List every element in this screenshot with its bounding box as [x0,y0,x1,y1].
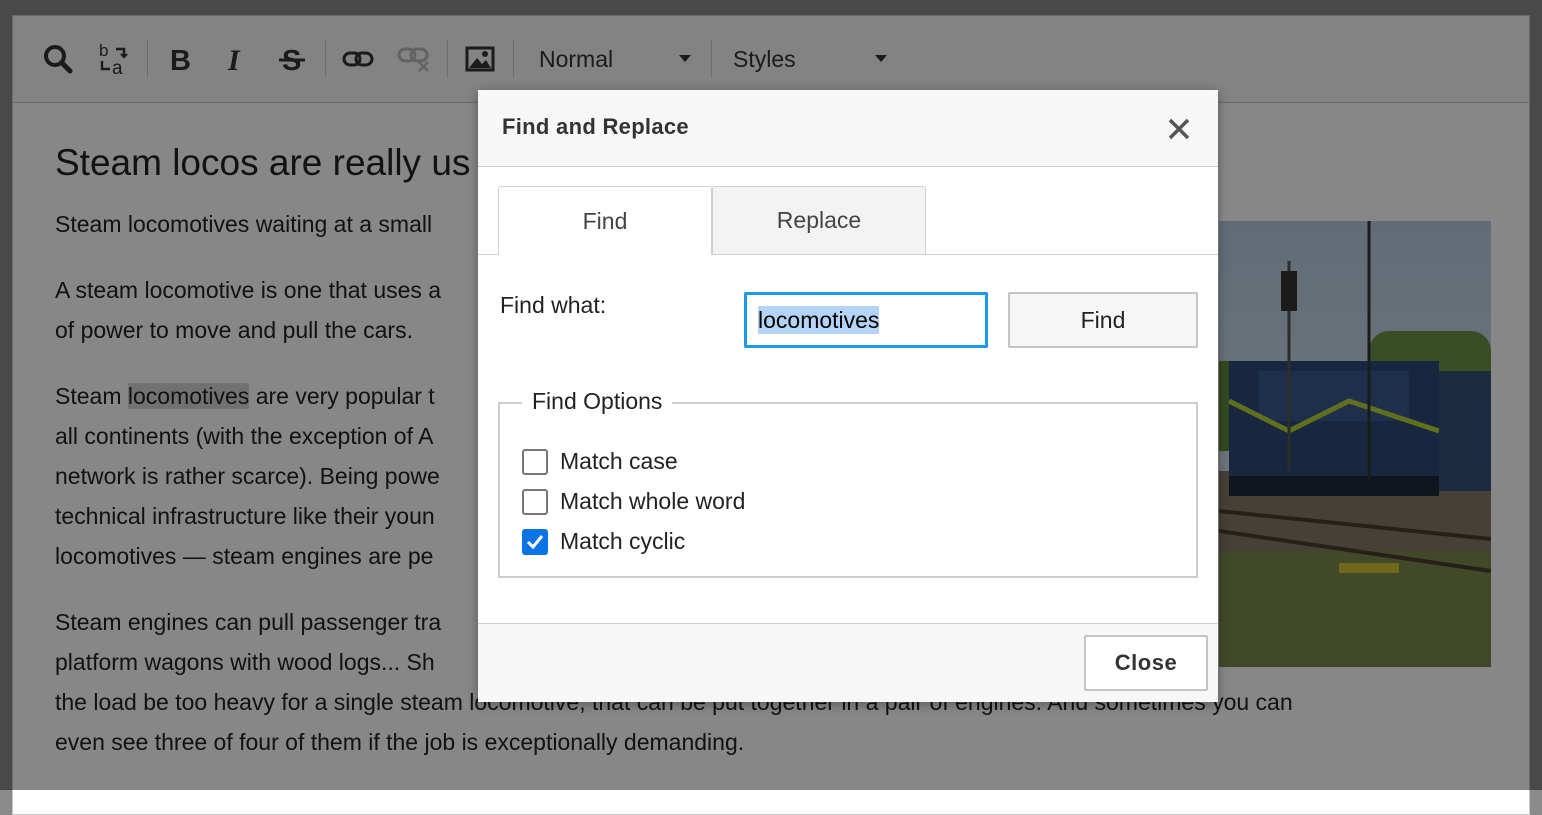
tab-label: Find [582,207,628,234]
option-label: Match case [560,448,678,474]
close-button-label: Close [1114,650,1178,675]
find-button-label: Find [1080,306,1126,333]
tab-find[interactable]: Find [498,186,712,255]
match-case-checkbox[interactable] [522,448,548,475]
check-icon [526,534,544,549]
close-button[interactable]: Close [1084,635,1208,691]
dialog-footer: Close [478,623,1218,702]
match-whole-word-checkbox[interactable] [522,488,548,515]
match-cyclic-checkbox[interactable] [522,528,548,555]
find-button[interactable]: Find [1008,292,1198,348]
option-label: Match cyclic [560,528,686,554]
find-what-label: Find what: [500,292,607,318]
match-case-option[interactable]: Match case [522,448,678,475]
dialog-header: Find and Replace [478,90,1218,167]
dialog-title: Find and Replace [502,114,689,139]
close-icon[interactable] [1166,116,1192,142]
find-options-legend: Find Options [522,388,673,415]
find-replace-dialog: Find and Replace Find Replace Find what:… [478,90,1218,702]
find-input-value: locomotives [758,306,880,334]
tab-label: Replace [776,207,862,233]
tab-replace[interactable]: Replace [712,186,926,254]
match-cyclic-option[interactable]: Match cyclic [522,528,685,555]
match-whole-word-option[interactable]: Match whole word [522,488,745,515]
option-label: Match whole word [560,488,746,514]
